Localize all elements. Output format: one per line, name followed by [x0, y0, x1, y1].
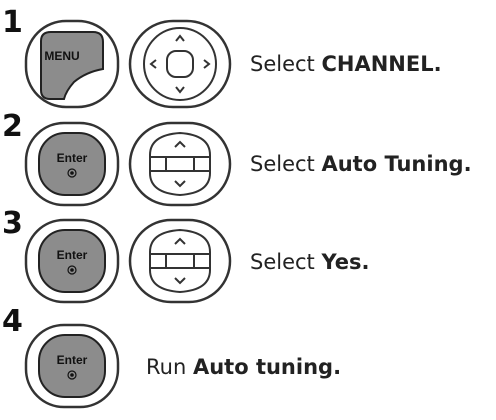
instruction-step-2: Select Auto Tuning. [250, 152, 472, 176]
step-number-2: 2 [2, 109, 23, 144]
instruction-prefix: Run [146, 355, 187, 379]
enter-button-label: Enter [57, 151, 88, 165]
step-number-3: 3 [2, 206, 23, 241]
menu-button-label: MENU [44, 49, 79, 63]
enter-button-label: Enter [57, 248, 88, 262]
enter-button[interactable]: Enter [24, 218, 120, 304]
instruction-emphasis: Yes. [321, 250, 370, 274]
instruction-step-4: Run Auto tuning. [146, 355, 341, 379]
up-down-rocker[interactable] [128, 121, 232, 207]
enter-button[interactable]: Enter [24, 323, 120, 409]
instruction-prefix: Select [250, 52, 315, 76]
instruction-prefix: Select [250, 250, 315, 274]
instruction-prefix: Select [250, 152, 315, 176]
up-down-rocker[interactable] [128, 218, 232, 304]
enter-button[interactable]: Enter [24, 121, 120, 207]
instruction-emphasis: Auto tuning. [192, 355, 342, 379]
instruction-emphasis: CHANNEL. [321, 52, 442, 76]
step-number-4: 4 [2, 304, 23, 339]
instruction-step-3: Select Yes. [250, 250, 369, 274]
enter-button-label: Enter [57, 353, 88, 367]
instruction-step-1: Select CHANNEL. [250, 52, 442, 76]
menu-button[interactable]: MENU [24, 19, 120, 109]
navigation-pad[interactable] [128, 19, 232, 109]
instruction-emphasis: Auto Tuning. [321, 152, 472, 176]
step-number-1: 1 [2, 5, 23, 40]
